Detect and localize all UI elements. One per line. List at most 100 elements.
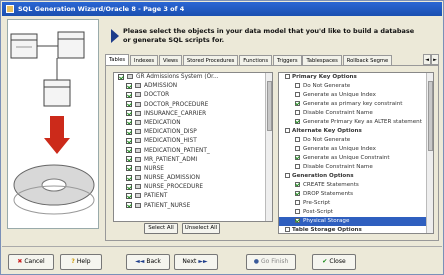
option-item[interactable]: Do Not Generate [279, 82, 433, 91]
checkbox[interactable] [126, 119, 132, 126]
list-item[interactable]: NURSE [114, 165, 272, 174]
next-icon: ►► [198, 258, 208, 265]
options-scrollbar[interactable] [426, 73, 433, 233]
checkbox[interactable] [126, 174, 132, 181]
next-button[interactable]: Next ►► [174, 254, 218, 270]
list-item[interactable]: NURSE_PROCEDURE [114, 183, 272, 192]
checkbox[interactable] [126, 110, 132, 117]
table-icon [135, 175, 141, 181]
checkbox[interactable] [126, 183, 132, 190]
option-checkbox[interactable] [295, 191, 300, 196]
options-tree[interactable]: Primary Key Options Do Not Generate Genera… [278, 72, 434, 234]
table-icon [135, 129, 141, 135]
app-icon [6, 5, 14, 13]
help-icon: ? [71, 258, 75, 265]
option-item[interactable]: Generate as Unique Index [279, 145, 433, 154]
table-icon [135, 147, 141, 153]
back-button[interactable]: ◄◄ Back [126, 254, 170, 270]
option-checkbox[interactable] [295, 209, 300, 214]
list-item[interactable]: ADMISSION [114, 82, 272, 91]
list-item[interactable]: PATIENT_NURSE [114, 202, 272, 211]
expand-toggle-icon[interactable] [285, 128, 290, 133]
table-icon [135, 92, 141, 98]
option-item[interactable]: Generate as Unique Constraint [279, 154, 433, 163]
option-item[interactable]: Generate as Unique Index [279, 91, 433, 100]
option-checkbox[interactable] [295, 164, 300, 169]
generate-icon: ● [253, 258, 259, 265]
expand-toggle-icon[interactable] [285, 74, 290, 79]
checkbox[interactable] [126, 91, 132, 98]
checkbox[interactable] [126, 147, 132, 153]
table-icon [135, 165, 141, 171]
list-item[interactable]: MEDICATION_DISP [114, 128, 272, 137]
option-checkbox[interactable] [295, 92, 300, 97]
option-item[interactable]: CREATE Statements [279, 181, 433, 190]
table-list[interactable]: GR Admissions System (Or... ADMISSION DOC… [113, 72, 273, 222]
close-button[interactable]: ✔ Close [312, 254, 356, 270]
scrollbar-thumb[interactable] [428, 81, 433, 151]
list-item[interactable]: MR_PATIENT_ADMI [114, 156, 272, 165]
cancel-button[interactable]: ✖ Cancel [8, 254, 54, 270]
option-group: Primary Key Options [279, 73, 433, 82]
option-item[interactable]: Post-Script [279, 208, 433, 217]
scrollbar-thumb[interactable] [267, 81, 272, 131]
back-icon: ◄◄ [135, 258, 145, 265]
list-item[interactable]: MEDICATION_HIST [114, 137, 272, 146]
tab-prev-button[interactable]: ◄ [423, 54, 431, 65]
list-item[interactable]: INSURANCE_CARRIER [114, 110, 272, 119]
option-item[interactable]: Generate as primary key constraint [279, 100, 433, 109]
checkbox[interactable] [126, 128, 132, 135]
option-checkbox[interactable] [295, 146, 300, 151]
checkbox[interactable] [126, 137, 132, 144]
checkbox[interactable] [126, 156, 132, 163]
table-icon [135, 101, 141, 107]
list-item[interactable]: MEDICATION [114, 119, 272, 128]
expand-toggle-icon[interactable] [285, 173, 290, 178]
unselect-all-button[interactable]: Unselect All [182, 223, 220, 234]
option-checkbox[interactable] [295, 200, 300, 205]
option-item[interactable]: Generate Primary Key as ALTER statement [279, 118, 433, 127]
checkbox[interactable] [126, 101, 132, 108]
list-item[interactable]: DOCTOR [114, 91, 272, 100]
option-item[interactable]: DROP Statements [279, 190, 433, 199]
option-checkbox[interactable] [295, 218, 300, 223]
option-item[interactable]: Physical Storage [279, 217, 433, 226]
select-all-button[interactable]: Select All [144, 223, 178, 234]
option-checkbox[interactable] [295, 83, 300, 88]
option-checkbox[interactable] [295, 101, 300, 106]
option-checkbox[interactable] [295, 155, 300, 160]
list-scrollbar[interactable] [265, 73, 272, 221]
database-icon [127, 74, 133, 79]
option-checkbox[interactable] [295, 119, 300, 124]
option-group: Alternate Key Options [279, 127, 433, 136]
checkbox[interactable] [126, 82, 132, 89]
list-item-root[interactable]: GR Admissions System (Or... [114, 73, 272, 82]
table-icon [135, 138, 141, 144]
checkbox[interactable] [126, 192, 132, 199]
cancel-icon: ✖ [17, 258, 23, 265]
wizard-illustration [7, 19, 99, 229]
checkbox[interactable] [118, 73, 124, 80]
checkbox[interactable] [126, 165, 132, 172]
list-item[interactable]: NURSE_ADMISSION [114, 174, 272, 183]
generate-button[interactable]: ● Go Finish [246, 254, 296, 270]
option-checkbox[interactable] [295, 182, 300, 187]
option-item[interactable]: Pre-Script [279, 199, 433, 208]
list-item[interactable]: PATIENT [114, 192, 272, 201]
help-button[interactable]: ? Help [60, 254, 102, 270]
option-item[interactable]: Disable Constraint Name [279, 109, 433, 118]
option-checkbox[interactable] [295, 137, 300, 142]
option-item[interactable]: Disable Constraint Name [279, 163, 433, 172]
checkbox[interactable] [126, 202, 132, 209]
table-icon [135, 184, 141, 190]
table-icon [135, 83, 141, 89]
expand-toggle-icon[interactable] [285, 227, 290, 232]
option-group: Generation Options [279, 172, 433, 181]
database-illustration [10, 31, 95, 215]
list-item[interactable]: MEDICATION_PATIENT_ [114, 147, 272, 156]
title-bar: SQL Generation Wizard/Oracle 8 - Page 3 … [2, 2, 442, 16]
option-checkbox[interactable] [295, 110, 300, 115]
option-item[interactable]: Do Not Generate [279, 136, 433, 145]
tab-next-button[interactable]: ► [431, 54, 439, 65]
list-item[interactable]: DOCTOR_PROCEDURE [114, 101, 272, 110]
